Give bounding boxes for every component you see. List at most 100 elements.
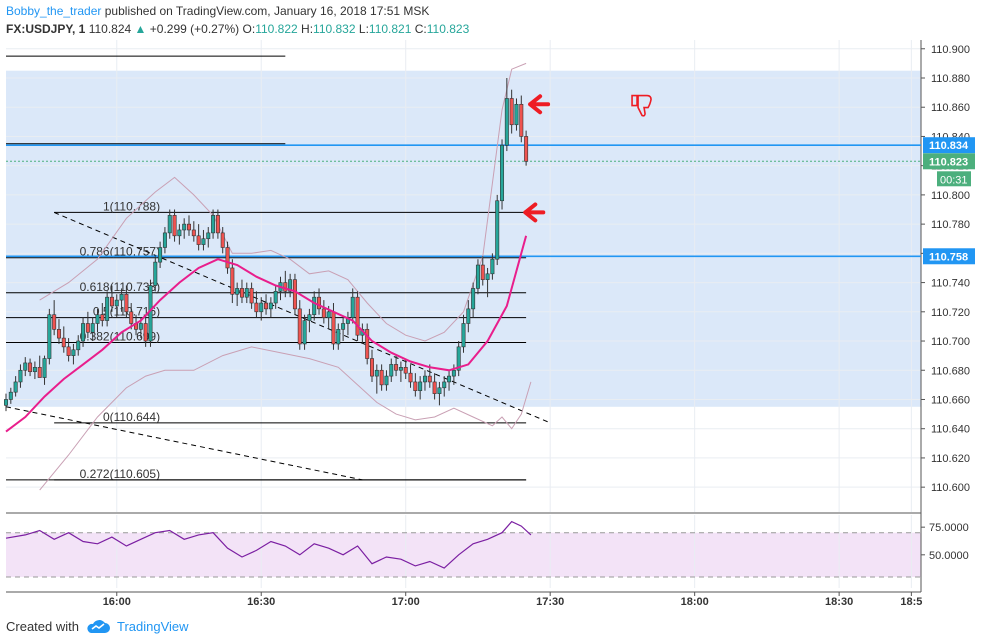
candle-body xyxy=(259,302,264,313)
candle-body xyxy=(182,223,187,231)
candle-body xyxy=(451,369,456,377)
x-tick-label: 18:00 xyxy=(681,596,709,608)
countdown-label: 00:31 xyxy=(940,174,968,186)
candle xyxy=(365,323,370,365)
candle-body xyxy=(66,346,71,356)
y-tick-label: 110.660 xyxy=(931,394,970,406)
candle-body xyxy=(206,232,211,240)
trend-line xyxy=(5,406,363,481)
candle-body xyxy=(225,247,230,269)
candle-body xyxy=(143,323,148,342)
tradingview-link[interactable]: TradingView xyxy=(117,619,189,634)
candle-body xyxy=(42,358,47,378)
candle-body xyxy=(90,323,95,333)
x-tick-label: 17:00 xyxy=(392,596,420,608)
candle-body xyxy=(480,264,485,280)
candle-body xyxy=(524,136,529,162)
candle-body xyxy=(177,229,182,237)
candle-body xyxy=(413,381,418,392)
candle-body xyxy=(321,308,326,318)
candle-body xyxy=(273,291,278,304)
candle-body xyxy=(317,296,322,310)
y-tick-label: 110.720 xyxy=(931,307,970,319)
candle-body xyxy=(244,288,249,298)
y-tick-label: 110.700 xyxy=(931,336,970,348)
candle-body xyxy=(239,288,244,298)
y-tick-label: 110.880 xyxy=(931,73,970,85)
created-with-label: Created with xyxy=(6,619,79,634)
candle-body xyxy=(341,323,346,330)
candle-body xyxy=(471,288,476,310)
candle-body xyxy=(167,215,172,234)
candle-body xyxy=(61,337,66,348)
candle-body xyxy=(162,232,167,248)
candle-body xyxy=(37,367,42,378)
candle-body xyxy=(211,215,216,234)
candle-body xyxy=(292,279,297,310)
price-chart[interactable]: 1(110.788)0.786(110.757)0.618(110.733)0.… xyxy=(0,0,982,644)
candle-body xyxy=(384,375,389,386)
candle-body xyxy=(374,369,379,377)
price-band xyxy=(6,70,921,407)
candle-body xyxy=(312,296,317,316)
candle-body xyxy=(114,299,119,307)
candle xyxy=(495,194,500,266)
candle-body xyxy=(509,98,514,126)
rsi-tick-label: 75.0000 xyxy=(929,522,969,534)
candle-body xyxy=(191,229,196,237)
candle-body xyxy=(403,367,408,374)
candle-body xyxy=(418,381,423,392)
candle xyxy=(148,279,153,347)
price-tag-label: 110.823 xyxy=(929,156,968,168)
candle-body xyxy=(370,358,374,377)
candle-body xyxy=(220,232,225,248)
candle-body xyxy=(230,267,235,295)
candle-body xyxy=(437,387,442,394)
candle-body xyxy=(264,302,269,310)
candle-body xyxy=(519,103,524,137)
candle-body xyxy=(432,381,437,394)
x-tick-label: 18:30 xyxy=(825,596,853,608)
candle-body xyxy=(336,329,341,345)
cloud-logo-icon[interactable] xyxy=(85,619,111,634)
fib-level-label: 1(110.788) xyxy=(103,199,160,213)
candle-body xyxy=(326,311,331,318)
fib-level-label: 0.272(110.605) xyxy=(80,467,161,481)
candle-body xyxy=(109,296,114,307)
x-tick-label: 16:00 xyxy=(103,596,131,608)
chart-screenshot: Bobby_the_trader published on TradingVie… xyxy=(0,0,982,644)
candle-body xyxy=(56,329,61,339)
x-tick-label: 17:30 xyxy=(536,596,564,608)
candle-body xyxy=(32,367,37,373)
candle-body xyxy=(283,282,288,292)
candle-body xyxy=(18,369,23,383)
candle-body xyxy=(71,349,76,356)
rsi-band xyxy=(6,532,921,577)
candle-body xyxy=(422,375,427,383)
candle-body xyxy=(8,391,13,400)
candle-body xyxy=(447,375,452,383)
candle-body xyxy=(13,381,18,393)
candle-body xyxy=(398,367,403,371)
candle-body xyxy=(379,369,384,386)
candle-body xyxy=(249,288,254,304)
candle-body xyxy=(172,215,177,237)
y-tick-label: 110.780 xyxy=(931,219,970,231)
candle-body xyxy=(153,261,158,286)
candle xyxy=(500,139,505,210)
footer: Created with TradingView xyxy=(6,619,189,634)
candle-body xyxy=(76,340,81,351)
x-tick-label: 16:30 xyxy=(247,596,275,608)
candle-body xyxy=(201,238,206,245)
price-tag-label: 110.834 xyxy=(929,140,969,152)
candle-body xyxy=(28,362,33,373)
candle-body xyxy=(148,285,153,342)
price-tag-label: 110.758 xyxy=(929,251,968,263)
candle-body xyxy=(485,273,490,280)
candle-body xyxy=(394,364,399,371)
candle-body xyxy=(100,314,105,321)
x-tick-label: 18:5 xyxy=(900,596,922,608)
candle-body xyxy=(389,364,394,377)
candle-body xyxy=(158,247,163,263)
candle-body xyxy=(466,308,471,324)
